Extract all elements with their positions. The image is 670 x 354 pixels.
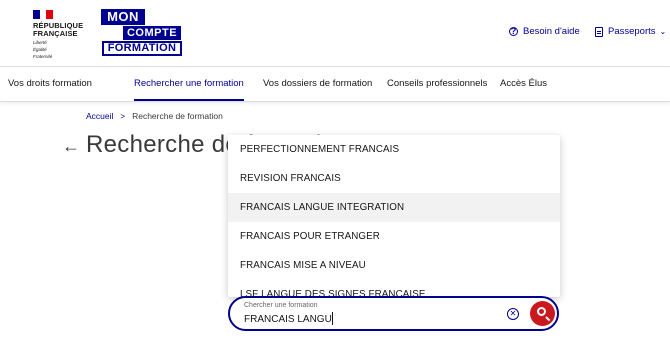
clear-search-button[interactable]: ✕ bbox=[507, 308, 519, 320]
suggestion-item[interactable]: LSF LANGUE DES SIGNES FRANCAISE bbox=[228, 280, 560, 297]
search-icon bbox=[537, 307, 546, 316]
search-input[interactable] bbox=[244, 312, 494, 326]
motto-fraternite: Fraternité bbox=[33, 54, 53, 59]
site-header: RÉPUBLIQUE FRANÇAISE Liberté Égalité Fra… bbox=[0, 0, 670, 66]
passeports-label: Passeports bbox=[608, 26, 656, 37]
suggestion-item-highlighted[interactable]: FRANCAIS LANGUE INTEGRATION bbox=[228, 193, 560, 222]
logo-formation: FORMATION bbox=[102, 41, 182, 56]
search-bar: Chercher une formation ✕ bbox=[228, 296, 559, 331]
nav-item-rechercher[interactable]: Rechercher une formation bbox=[134, 67, 244, 101]
logo-compte: COMPTE bbox=[123, 26, 181, 40]
text-caret bbox=[332, 312, 333, 325]
nav-item-dossiers[interactable]: Vos dossiers de formation bbox=[263, 67, 372, 101]
help-circle-icon: ? bbox=[509, 26, 518, 36]
motto-liberte: Liberté bbox=[33, 40, 47, 45]
mon-compte-formation-logo[interactable]: MON COMPTE FORMATION bbox=[101, 9, 182, 56]
chevron-down-icon: ⌄ bbox=[659, 27, 667, 36]
republique-line-2: FRANÇAISE bbox=[33, 29, 78, 38]
republique-francaise-logo[interactable]: RÉPUBLIQUE FRANÇAISE Liberté Égalité Fra… bbox=[33, 10, 93, 59]
search-label: Chercher une formation bbox=[244, 302, 318, 309]
document-icon bbox=[595, 26, 603, 37]
help-link-label: Besoin d'aide bbox=[523, 26, 580, 37]
suggestion-item[interactable]: REVISION FRANCAIS bbox=[228, 164, 560, 193]
main-nav: Vos droits formation Rechercher une form… bbox=[0, 66, 670, 102]
back-arrow-icon[interactable]: ← bbox=[62, 136, 80, 156]
suggestion-item[interactable]: PERFECTIONNEMENT FRANCAIS bbox=[228, 135, 560, 164]
suggestion-item[interactable]: FRANCAIS MISE A NIVEAU bbox=[228, 251, 560, 280]
search-submit-button[interactable] bbox=[530, 301, 555, 326]
breadcrumb-current: Recherche de formation bbox=[132, 111, 223, 121]
logo-mon: MON bbox=[101, 9, 145, 25]
breadcrumb-home-link[interactable]: Accueil bbox=[86, 111, 113, 121]
nav-item-conseils[interactable]: Conseils professionnels bbox=[387, 67, 487, 101]
chevron-right-icon: > bbox=[120, 111, 126, 121]
suggestion-item[interactable]: FRANCAIS POUR ETRANGER bbox=[228, 222, 560, 251]
help-link[interactable]: ? Besoin d'aide bbox=[509, 26, 580, 37]
nav-item-acces-elus[interactable]: Accès Élus bbox=[500, 67, 547, 101]
breadcrumb: Accueil > Recherche de formation bbox=[86, 111, 223, 121]
french-flag-icon bbox=[33, 10, 53, 19]
passeports-menu[interactable]: Passeports ⌄ bbox=[595, 26, 666, 37]
nav-item-vos-droits[interactable]: Vos droits formation bbox=[8, 67, 92, 101]
suggestions-dropdown: PERFECTIONNEMENT FRANCAIS REVISION FRANC… bbox=[228, 135, 560, 297]
motto-egalite: Égalité bbox=[33, 47, 47, 52]
